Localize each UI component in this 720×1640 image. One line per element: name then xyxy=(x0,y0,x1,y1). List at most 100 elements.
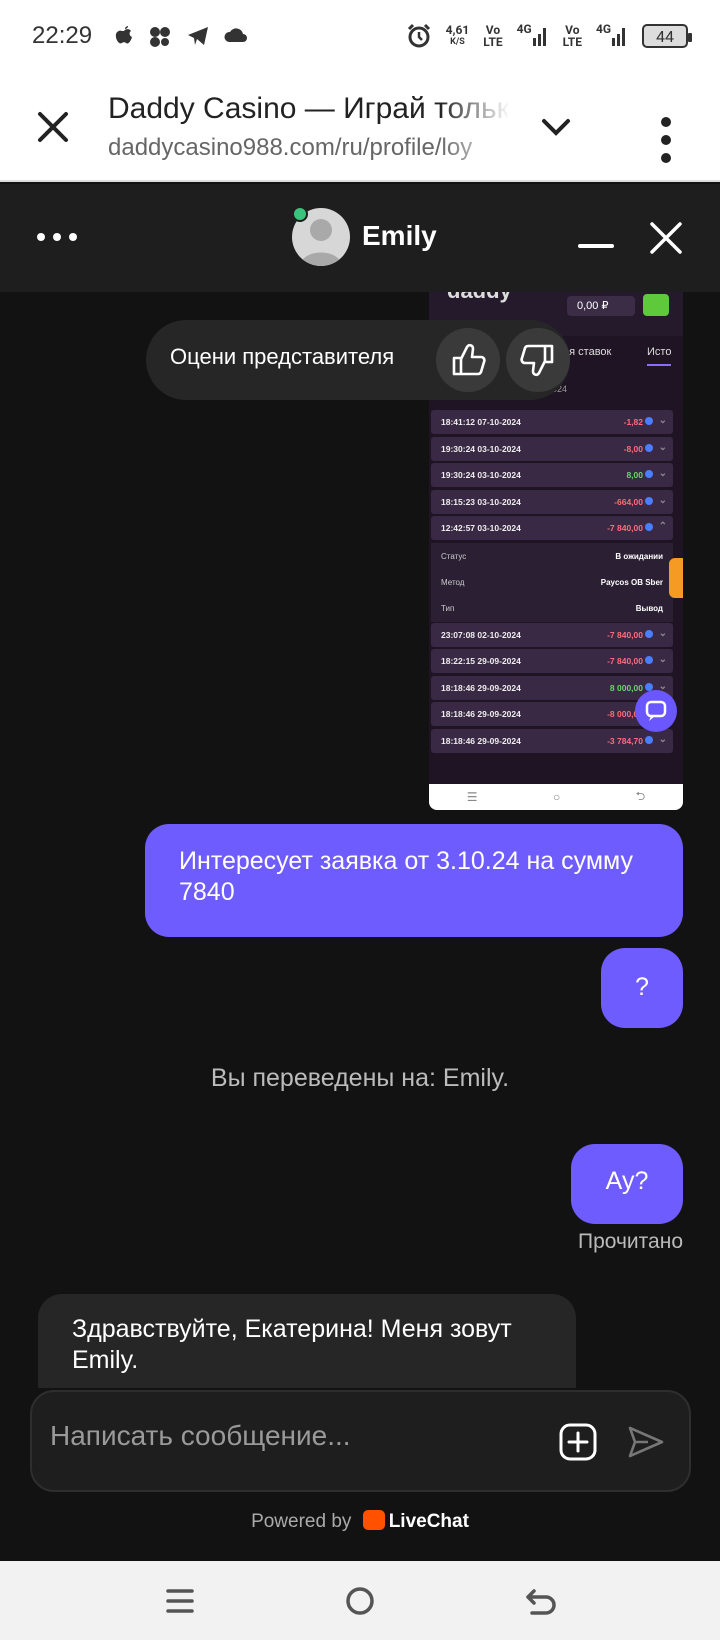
status-right-icons: 4,61 K/S Vo LTE 4G Vo LTE 4G 44 xyxy=(406,22,692,49)
sim2-volte: Vo LTE xyxy=(563,24,582,48)
apple-icon xyxy=(115,26,133,44)
ss-detail-key: Статус xyxy=(441,551,467,561)
online-indicator xyxy=(292,206,308,222)
thumbs-down-icon xyxy=(520,344,554,377)
close-tab-icon[interactable] xyxy=(30,104,76,150)
ss-currency-icon xyxy=(645,735,653,744)
send-icon[interactable] xyxy=(626,1422,666,1462)
ss-transaction-row: 18:41:12 07-10-2024 -1,82 ⌄ xyxy=(431,410,673,434)
system-message: Вы переведены на: Emily. xyxy=(210,1064,510,1092)
ss-currency-icon xyxy=(645,656,653,664)
ss-transaction-row: 18:22:15 29-09-2024 -7 840,00 ⌄ xyxy=(431,649,673,673)
close-chat-icon[interactable] xyxy=(648,220,684,256)
ss-chevron-up-icon: ⌃ xyxy=(658,521,667,532)
ss-detail-row: Метод Paycos OB Sber xyxy=(431,568,673,596)
ss-row-time: 18:22:15 29-09-2024 xyxy=(441,656,521,666)
ss-tab-history: Исто xyxy=(647,346,672,366)
ss-balance: 0,00 ₽ xyxy=(567,296,635,316)
ss-currency-icon xyxy=(645,443,653,452)
ss-chevron-down-icon: ⌄ xyxy=(658,494,667,506)
ss-transaction-row: 23:07:08 02-10-2024 -7 840,00 ⌄ xyxy=(431,622,673,647)
battery-level: 44 xyxy=(656,26,674,46)
status-time: 22:29 xyxy=(32,22,93,49)
browser-toolbar: Daddy Casino — Играй тольк daddycasino98… xyxy=(0,72,720,182)
system-nav-bar xyxy=(0,1561,720,1640)
ss-nav-menu-icon: ☰ xyxy=(466,790,478,804)
ss-nav-back-icon: ⮌ xyxy=(635,788,646,803)
rating-label: Оцени представителя xyxy=(170,344,395,369)
title-fade xyxy=(440,86,510,176)
ss-row-amount: -7 840,00 xyxy=(607,629,643,640)
read-status: Прочитано xyxy=(578,1230,683,1253)
net-speed-unit: K/S xyxy=(450,37,465,47)
ss-logo: daddy xyxy=(447,292,512,304)
agent-name: Emily xyxy=(362,220,437,251)
ss-row-time: 18:15:23 03-10-2024 xyxy=(441,496,521,507)
thumbs-up-icon xyxy=(452,343,486,376)
ss-transaction-row: 12:42:57 03-10-2024 -7 840,00 ⌃ xyxy=(431,516,673,540)
chat-header: Emily xyxy=(0,184,720,292)
ss-row-amount: -7 840,00 xyxy=(607,656,643,666)
ss-row-time: 12:42:57 03-10-2024 xyxy=(441,523,521,533)
minimize-button[interactable] xyxy=(578,244,614,248)
ss-chevron-down-icon: ⌄ xyxy=(658,627,667,639)
ss-row-amount: 8,00 xyxy=(626,470,643,480)
powered-by[interactable]: Powered by LiveChat xyxy=(0,1510,720,1533)
group-icon xyxy=(150,27,171,47)
alarm-icon xyxy=(407,23,430,48)
ss-currency-icon xyxy=(645,629,653,638)
ss-currency-icon xyxy=(645,417,653,425)
ss-detail-row: Статус В ожидании xyxy=(431,542,673,570)
back-icon[interactable] xyxy=(520,1581,560,1621)
battery-icon: 44 xyxy=(642,24,692,48)
cloud-icon xyxy=(224,28,248,42)
chat-messages[interactable]: daddy 0,00 ₽ ия ставок Исто 2024 18:41:1… xyxy=(0,292,720,1388)
ss-detail-value: Вывод xyxy=(635,603,663,613)
net-speed: 4,61 K/S xyxy=(446,24,470,48)
ss-row-time: 19:30:24 03-10-2024 xyxy=(441,470,521,480)
incoming-message[interactable]: Здравствуйте, Екатерина! Меня зовут Emil… xyxy=(38,1294,576,1388)
ss-detail-key: Метод xyxy=(441,577,465,587)
home-icon[interactable] xyxy=(340,1581,380,1621)
ss-row-time: 18:18:46 29-09-2024 xyxy=(441,682,521,693)
outgoing-message[interactable]: ? xyxy=(601,948,683,1028)
sim2-lte-label: LTE xyxy=(562,35,582,49)
ss-currency-icon xyxy=(645,496,653,505)
ss-chevron-down-icon: ⌄ xyxy=(658,441,667,453)
ss-detail-value: Paycos OB Sber xyxy=(600,577,663,587)
ss-row-time: 18:18:46 29-09-2024 xyxy=(441,735,521,746)
livechat-brand: LiveChat xyxy=(388,1511,469,1532)
livechat-logo-icon xyxy=(362,1510,385,1530)
ss-chevron-down-icon: ⌄ xyxy=(658,733,667,745)
sim1-volte: Vo LTE xyxy=(483,24,502,48)
notification-icons xyxy=(114,25,248,47)
ss-chevron-down-icon: ⌄ xyxy=(658,468,667,479)
sim2-signal-icon: 4G xyxy=(596,22,628,48)
ss-row-time: 18:18:46 29-09-2024 xyxy=(441,709,521,719)
add-attachment-icon[interactable] xyxy=(558,1422,598,1462)
rating-prompt: Оцени представителя xyxy=(146,320,570,400)
outgoing-message[interactable]: Интересует заявка от 3.10.24 на сумму 78… xyxy=(145,824,683,937)
ss-chat-icon xyxy=(635,690,677,732)
ss-chevron-down-icon: ⌄ xyxy=(658,654,667,665)
more-vertical-icon[interactable] xyxy=(646,110,686,170)
menu-icon[interactable] xyxy=(160,1581,200,1621)
thumbs-up-button[interactable] xyxy=(436,328,500,392)
sim1-signal-icon: 4G xyxy=(517,22,549,48)
message-input[interactable] xyxy=(50,1420,520,1452)
more-horizontal-icon[interactable] xyxy=(34,222,80,252)
ss-currency-icon xyxy=(645,523,653,531)
ss-row-amount: -1,82 xyxy=(623,417,643,427)
message-composer xyxy=(30,1390,691,1492)
ss-transaction-row: 19:30:24 03-10-2024 8,00 ⌄ xyxy=(431,463,673,487)
outgoing-message[interactable]: Ау? xyxy=(571,1144,683,1224)
net-speed-value: 4,61 xyxy=(445,23,470,37)
ss-transaction-row: 19:30:24 03-10-2024 -8,00 ⌄ xyxy=(431,436,673,461)
thumbs-down-button[interactable] xyxy=(506,328,570,392)
powered-by-text: Powered by xyxy=(251,1511,352,1532)
ss-deposit-button xyxy=(643,294,669,316)
ss-row-time: 18:41:12 07-10-2024 xyxy=(441,417,521,427)
chevron-down-icon[interactable] xyxy=(538,112,574,142)
ss-transaction-row: 18:18:46 29-09-2024 -3 784,70 ⌄ xyxy=(431,728,673,753)
ss-row-amount: -7 840,00 xyxy=(607,523,643,533)
